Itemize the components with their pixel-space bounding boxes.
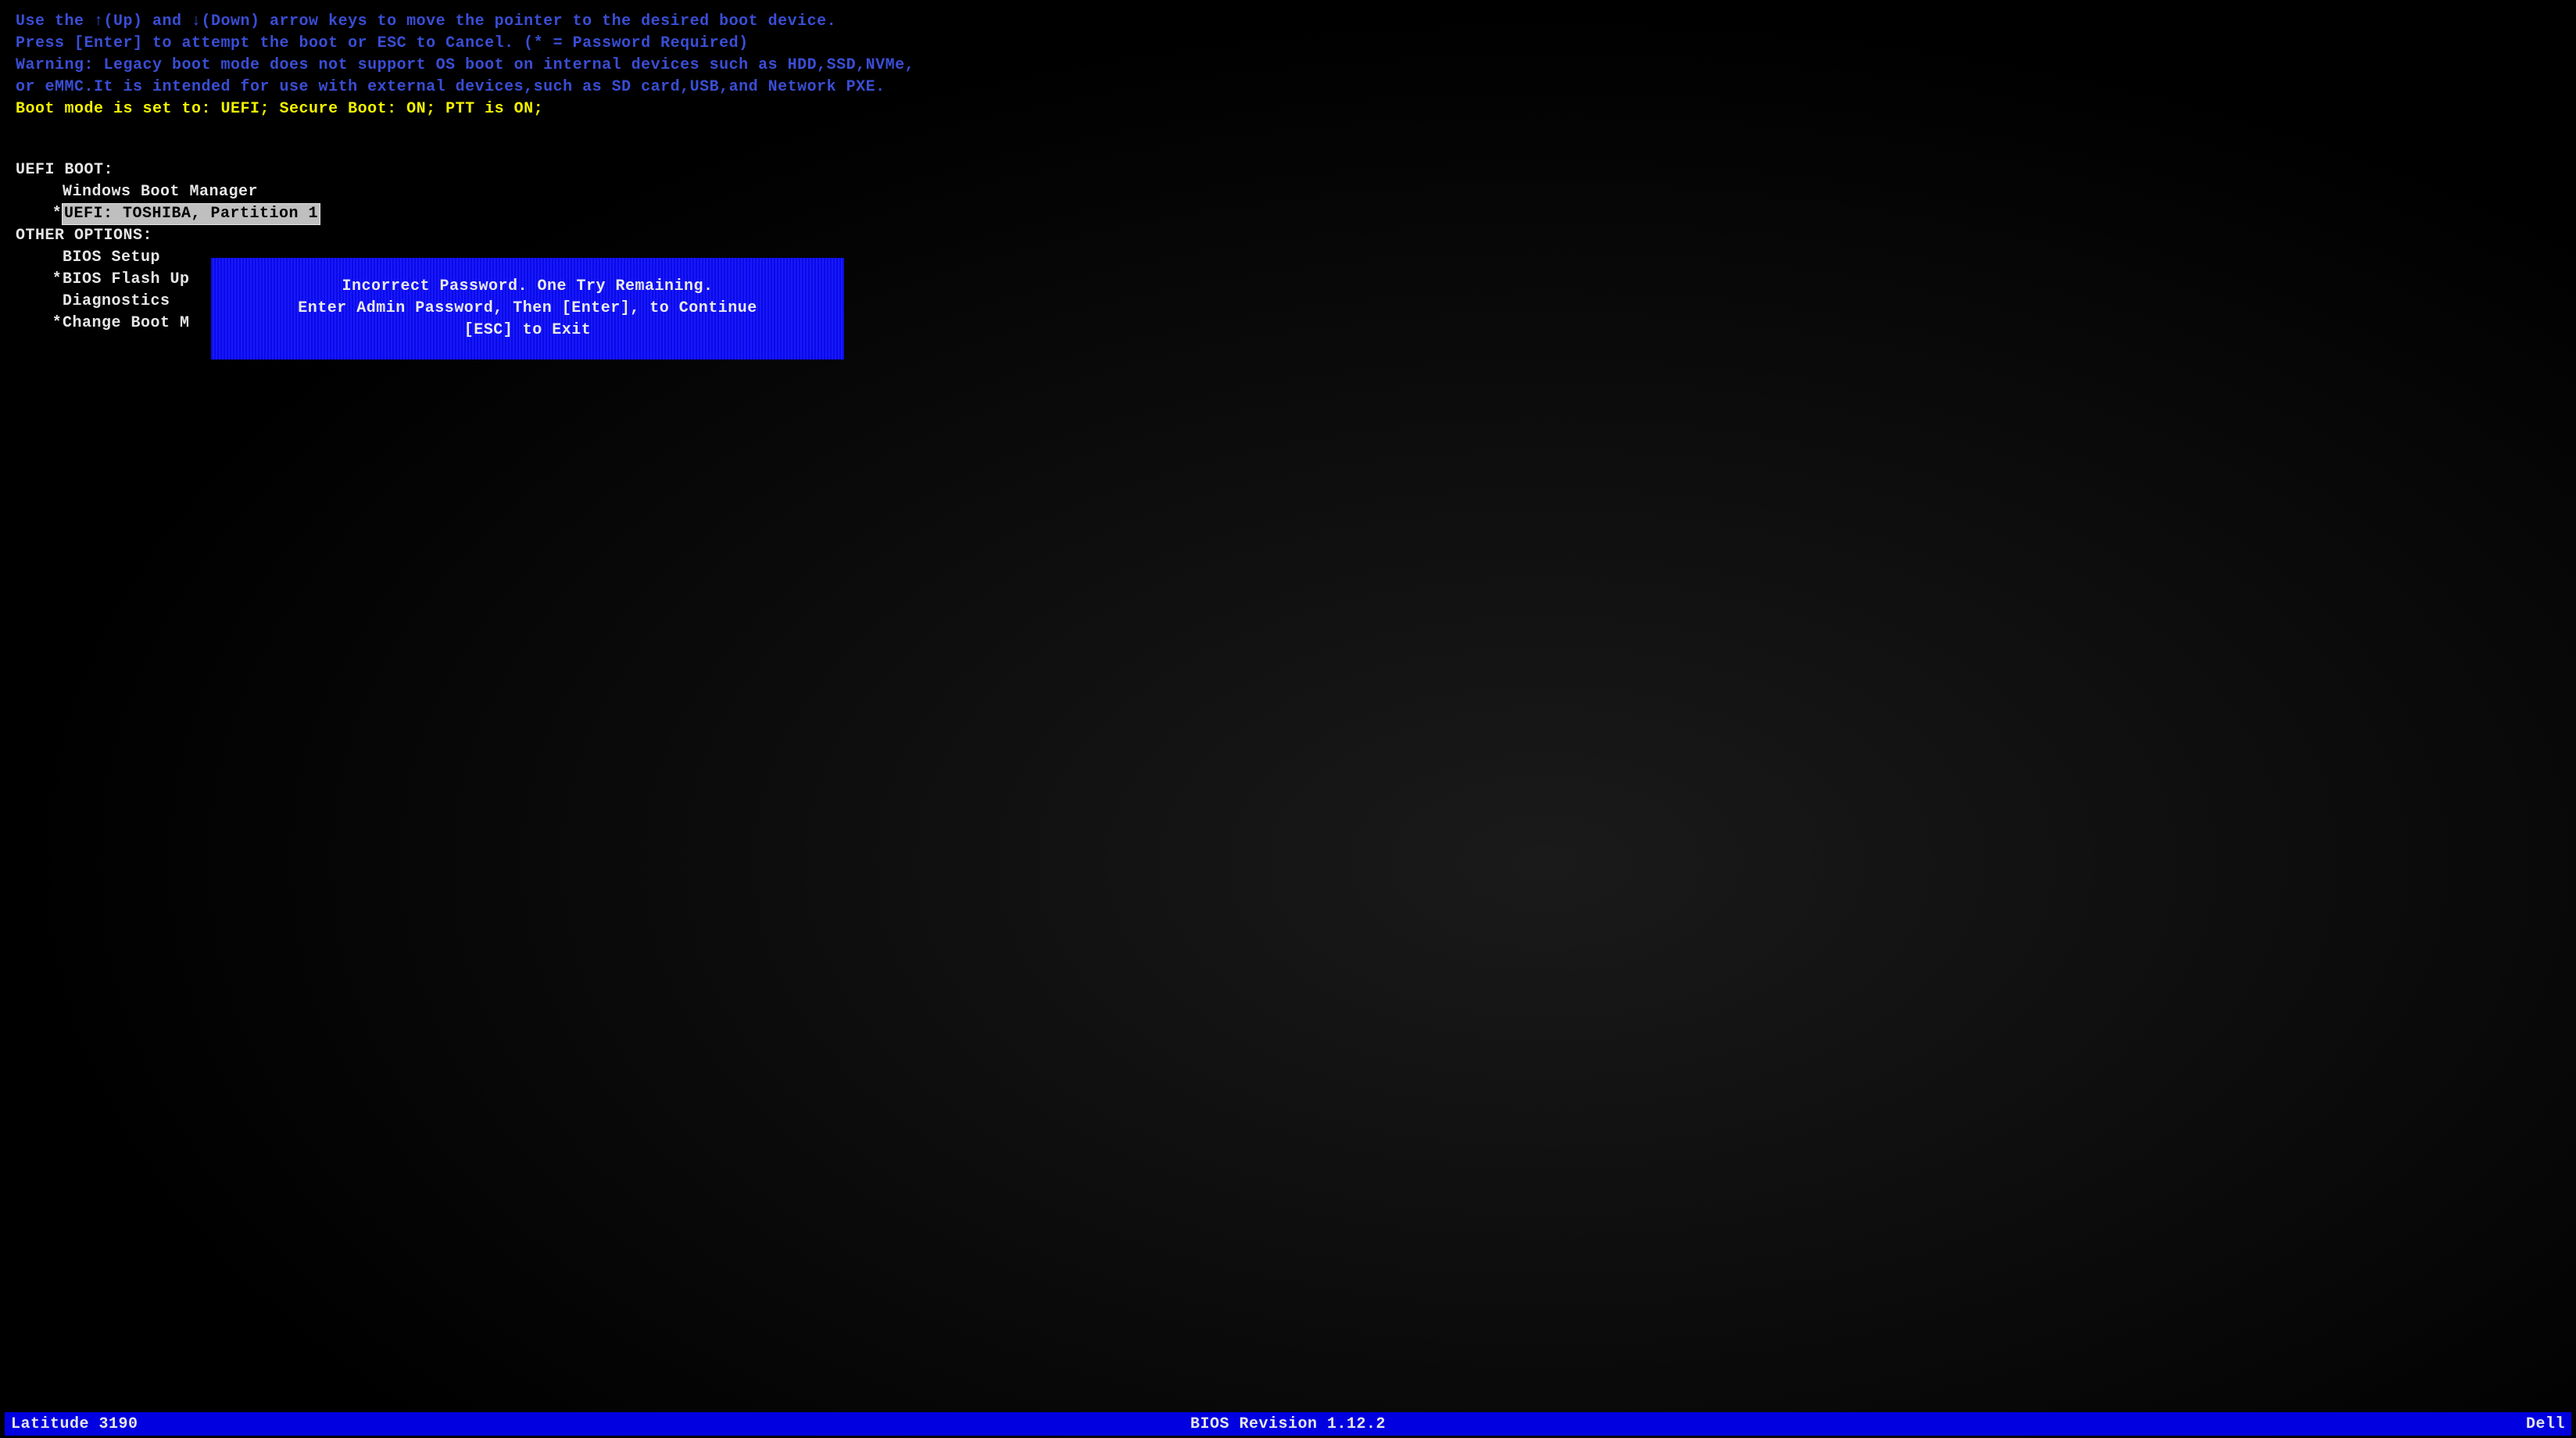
instructions-line-1: Use the ↑(Up) and ↓(Down) arrow keys to … xyxy=(16,11,2560,33)
option-label: Change Boot M xyxy=(63,313,190,334)
bios-boot-menu: Use the ↑(Up) and ↓(Down) arrow keys to … xyxy=(0,0,2576,1438)
bios-footer-bar: Latitude 3190 BIOS Revision 1.12.2 Dell xyxy=(5,1412,2571,1436)
password-marker: * xyxy=(52,203,63,225)
dialog-line-2: Enter Admin Password, Then [Enter], to C… xyxy=(227,298,828,320)
uefi-boot-heading: UEFI BOOT: xyxy=(16,159,2560,181)
dialog-line-3: [ESC] to Exit xyxy=(227,320,828,342)
option-label: BIOS Flash Up xyxy=(63,270,190,290)
brand-label: Dell xyxy=(2526,1415,2565,1433)
boot-mode-status: Boot mode is set to: UEFI; Secure Boot: … xyxy=(16,98,2560,120)
option-label: Diagnostics xyxy=(63,292,170,312)
bios-revision: BIOS Revision 1.12.2 xyxy=(5,1415,2571,1433)
dialog-line-1: Incorrect Password. One Try Remaining. xyxy=(227,276,828,298)
instructions-line-3: Warning: Legacy boot mode does not suppo… xyxy=(16,55,2560,77)
boot-option-uefi-toshiba[interactable]: *UEFI: TOSHIBA, Partition 1 xyxy=(16,203,2560,225)
boot-option-label: Windows Boot Manager xyxy=(63,182,258,202)
other-options-heading: OTHER OPTIONS: xyxy=(16,225,2560,247)
password-marker: * xyxy=(52,313,63,334)
password-marker: * xyxy=(52,269,63,291)
boot-option-windows-boot-manager[interactable]: Windows Boot Manager xyxy=(16,181,2560,203)
instructions-line-2: Press [Enter] to attempt the boot or ESC… xyxy=(16,33,2560,55)
boot-option-label: UEFI: TOSHIBA, Partition 1 xyxy=(63,204,320,224)
instructions-line-4: or eMMC.It is intended for use with exte… xyxy=(16,77,2560,98)
option-label: BIOS Setup xyxy=(63,248,160,268)
password-error-dialog[interactable]: Incorrect Password. One Try Remaining. E… xyxy=(211,258,844,360)
